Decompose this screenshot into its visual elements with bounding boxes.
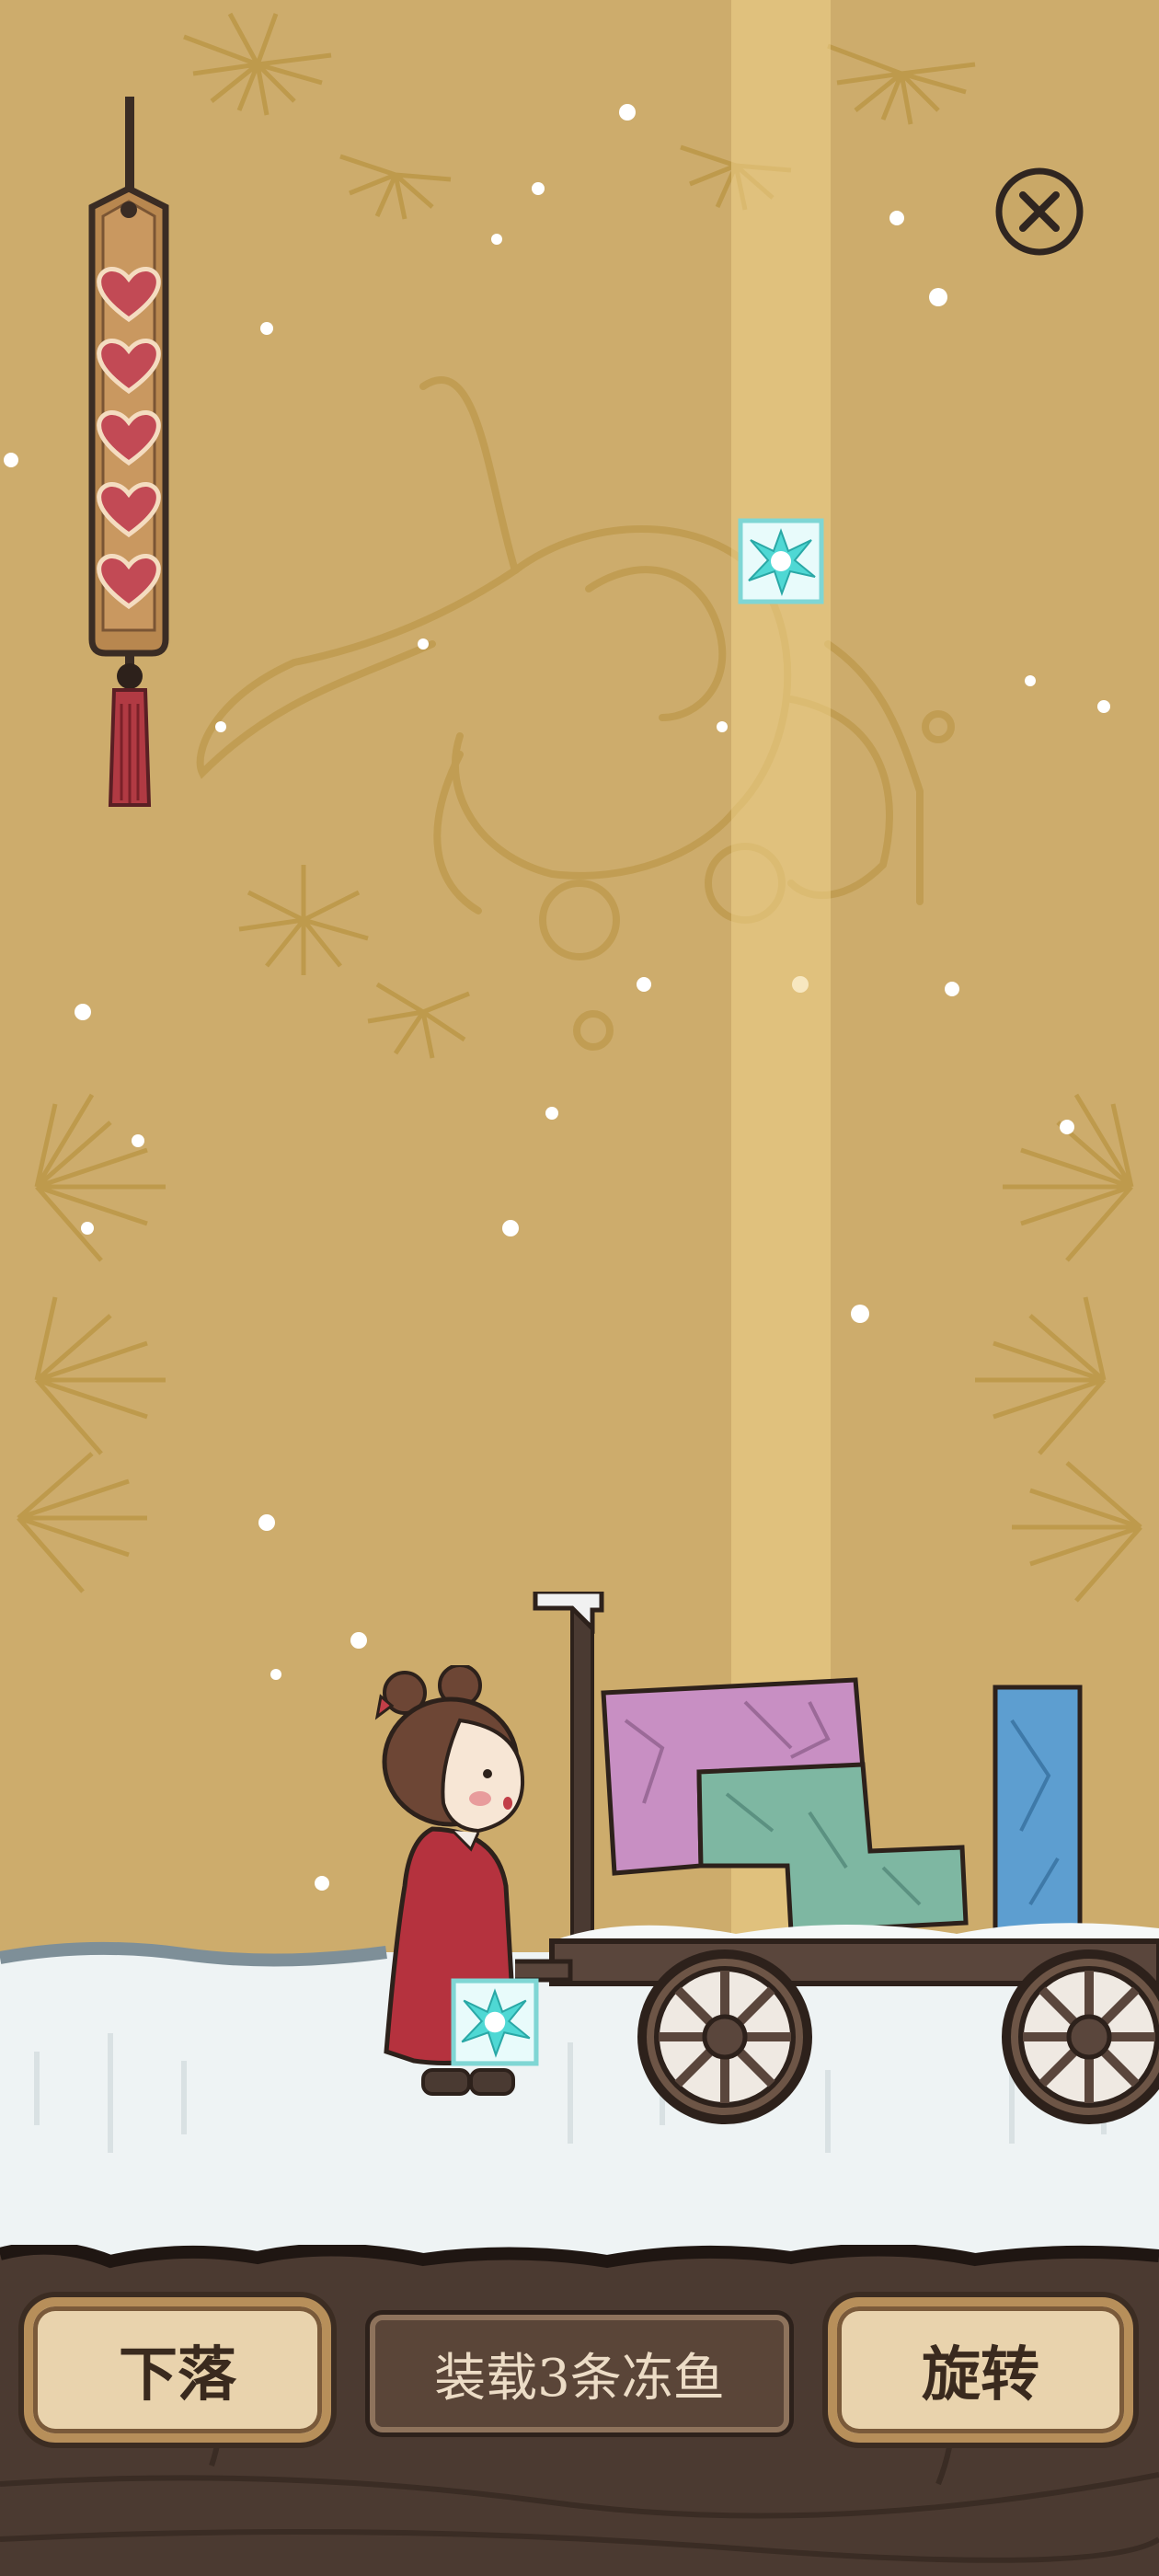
task-label: 装载3条冻鱼 [434,2348,725,2409]
heart-icon [97,339,161,395]
close-icon[interactable] [993,166,1085,258]
heart-icon [97,410,161,466]
ice-block-icon[interactable] [738,518,824,604]
heart-icon [97,267,161,323]
rotate-button[interactable]: 旋转 [828,2297,1133,2443]
heart-icon [97,554,161,610]
lives-tag [74,97,184,814]
rotate-button-label: 旋转 [922,2340,1039,2409]
drop-button[interactable]: 下落 [24,2297,331,2443]
drop-button-label: 下落 [119,2340,236,2409]
loading-cart [515,1592,1159,2124]
task-objective: 装载3条冻鱼 [370,2315,789,2432]
held-ice-block-icon [451,1978,539,2066]
game-scene: 下落 装载3条冻鱼 旋转 [0,0,1159,2576]
heart-icon [97,482,161,538]
